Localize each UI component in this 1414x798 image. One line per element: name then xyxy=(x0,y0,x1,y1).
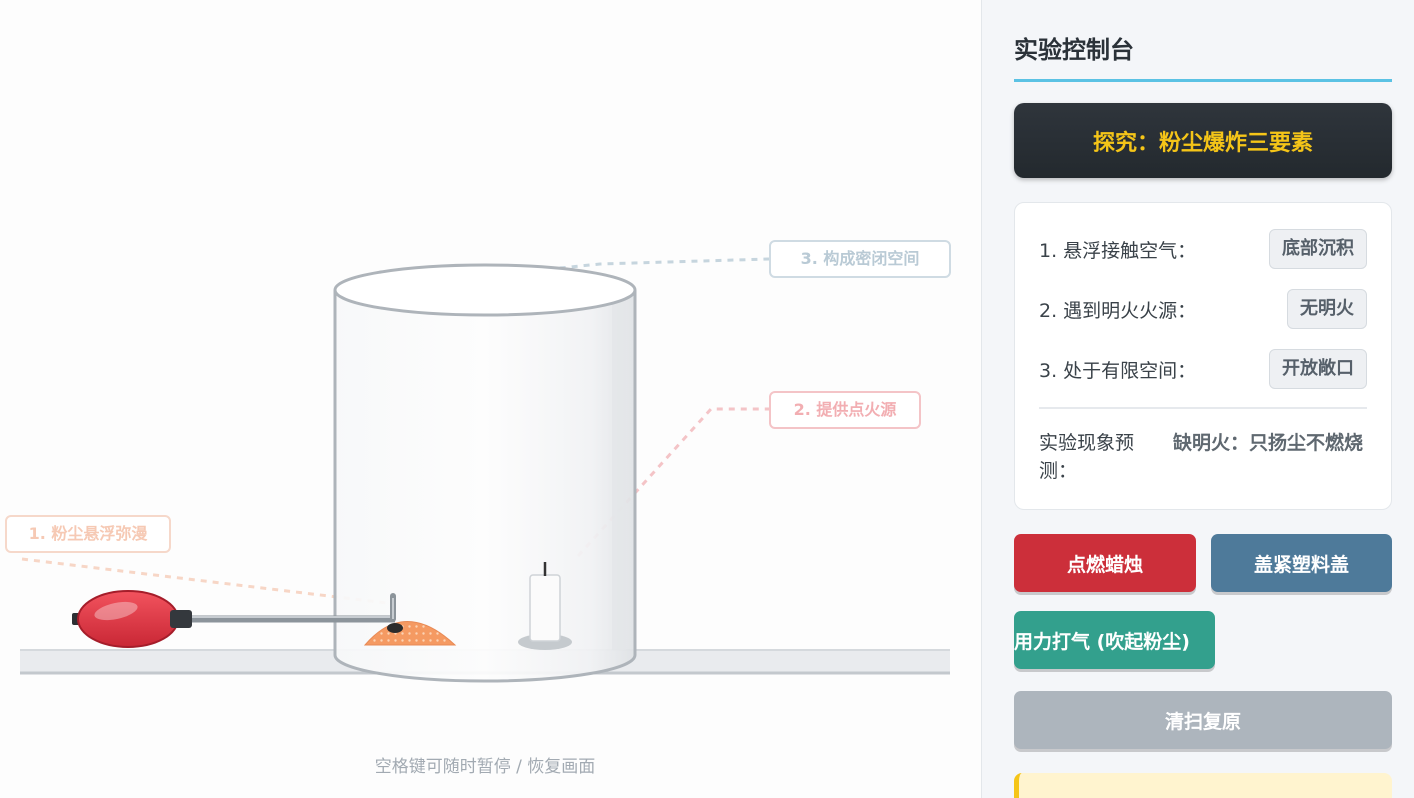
factor-state-badge: 无明火 xyxy=(1287,289,1367,329)
callout-dust-suspension: 1. 粉尘悬浮弥漫 xyxy=(5,515,171,553)
air-bulb xyxy=(77,590,179,648)
callout-ignition-source: 2. 提供点火源 xyxy=(769,391,921,429)
factor-label: 1. 悬浮接触空气： xyxy=(1039,239,1197,262)
ignite-candle-button[interactable]: 点燃蜡烛 xyxy=(1014,534,1196,592)
tip-box xyxy=(1014,773,1392,798)
card-divider xyxy=(1039,407,1367,409)
candle xyxy=(529,574,561,642)
reset-button[interactable]: 清扫复原 xyxy=(1014,691,1392,749)
factor-status-card: 1. 悬浮接触空气： 底部沉积 2. 遇到明火火源： 无明火 3. 处于有限空间… xyxy=(1014,202,1392,510)
control-panel: 实验控制台 探究：粉尘爆炸三要素 1. 悬浮接触空气： 底部沉积 2. 遇到明火… xyxy=(981,0,1414,798)
pump-air-button[interactable]: 用力打气 (吹起粉尘) xyxy=(1014,611,1215,669)
factor-row-suspension: 1. 悬浮接触空气： 底部沉积 xyxy=(1039,229,1367,269)
pause-hint: 空格键可随时暂停 / 恢复画面 xyxy=(374,757,596,777)
factor-label: 3. 处于有限空间： xyxy=(1039,359,1197,382)
factor-row-space: 3. 处于有限空间： 开放敞口 xyxy=(1039,349,1367,389)
experiment-topic-banner: 探究：粉尘爆炸三要素 xyxy=(1014,103,1392,178)
panel-title: 实验控制台 xyxy=(1014,30,1392,82)
factor-row-fire: 2. 遇到明火火源： 无明火 xyxy=(1039,289,1367,329)
prediction-value: 缺明火：只扬尘不燃烧 xyxy=(1173,432,1364,454)
close-lid-button[interactable]: 盖紧塑料盖 xyxy=(1211,534,1392,592)
factor-state-badge: 开放敞口 xyxy=(1269,349,1367,389)
factor-state-badge: 底部沉积 xyxy=(1269,229,1367,269)
can-opening xyxy=(333,263,637,317)
app: 1. 粉尘悬浮弥漫 2. 提供点火源 3. 构成密闭空间 空格键可随时暂停 / … xyxy=(0,0,1414,798)
callout-enclosed-space: 3. 构成密闭空间 xyxy=(769,240,951,278)
prediction-label: 实验现象预测： xyxy=(1039,432,1135,482)
experiment-stage: 1. 粉尘悬浮弥漫 2. 提供点火源 3. 构成密闭空间 空格键可随时暂停 / … xyxy=(0,0,981,798)
factor-label: 2. 遇到明火火源： xyxy=(1039,299,1197,322)
